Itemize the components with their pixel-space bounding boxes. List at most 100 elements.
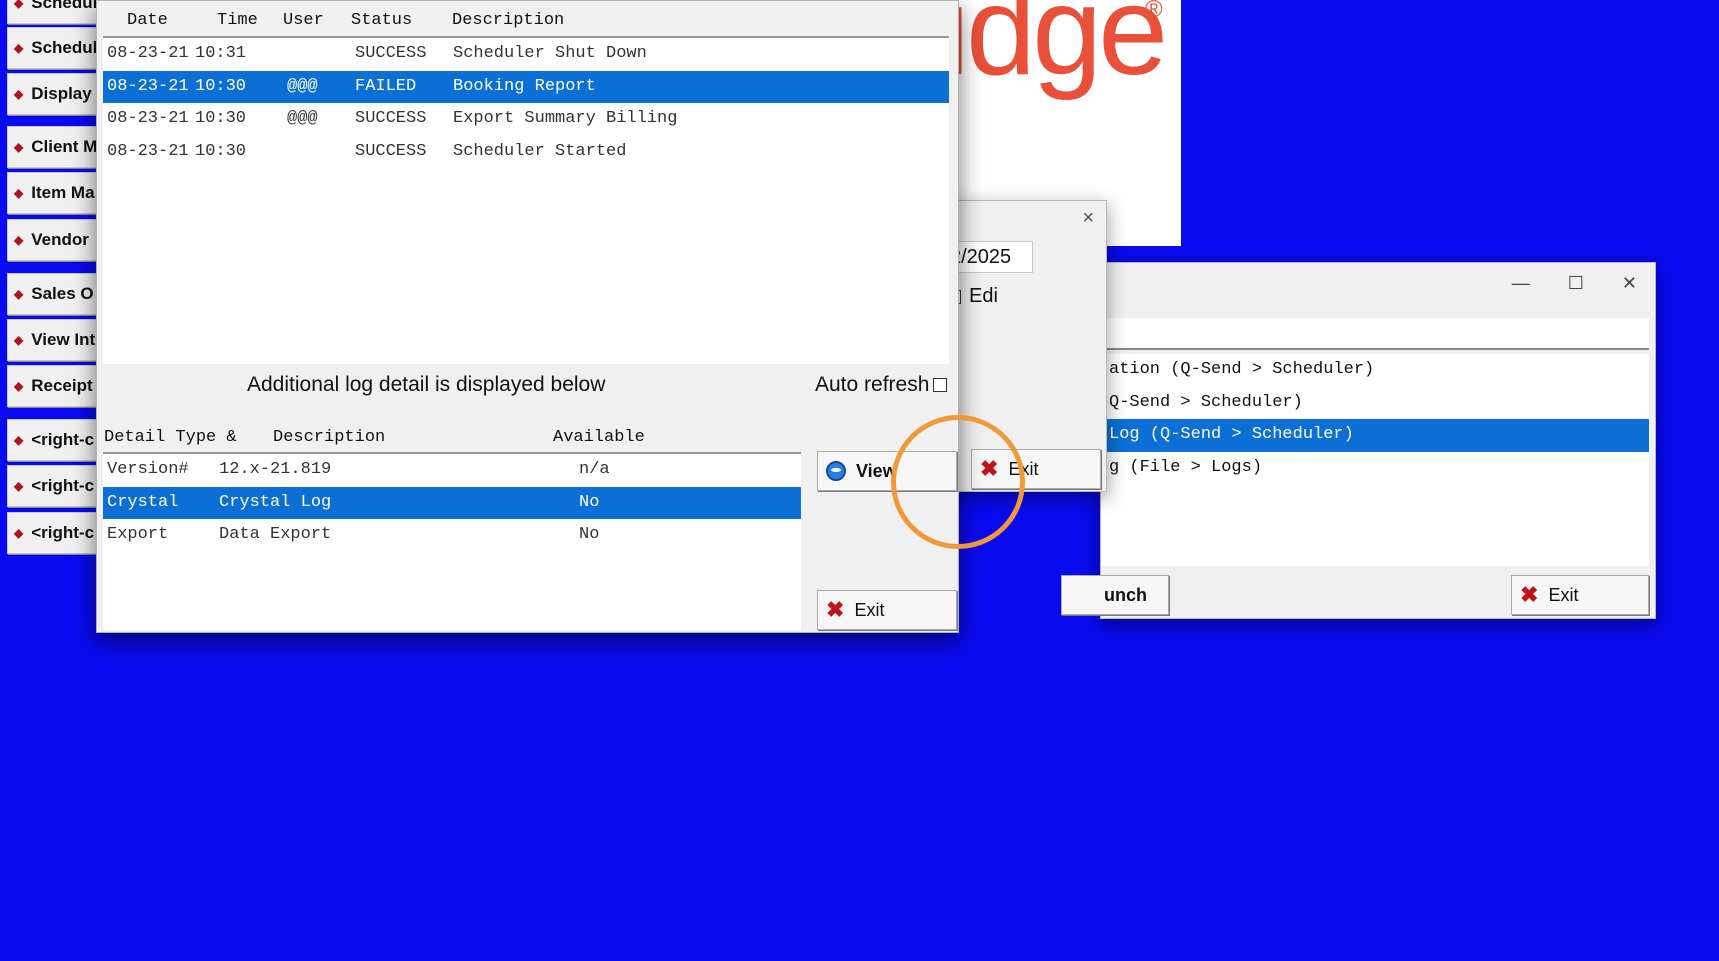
list-item-selected[interactable]: Log (Q-Send > Scheduler) <box>1101 419 1649 452</box>
cell-type: Crystal <box>107 492 179 512</box>
table-row[interactable]: 08-23-21 10:30 SUCCESS Scheduler Started <box>103 136 949 169</box>
exit-x-icon: ✖ <box>826 597 845 622</box>
cell-description: Scheduler Started <box>453 141 627 161</box>
log-detail-info: Additional log detail is displayed below <box>247 373 606 396</box>
cell-type: Version# <box>107 460 189 479</box>
launch-button[interactable]: unch <box>1061 575 1169 615</box>
side-item-client[interactable]: ◆ Client M <box>7 126 97 168</box>
side-item-schedule-1[interactable]: ◆ Schedul <box>7 0 97 24</box>
col-time[interactable]: Time <box>217 11 258 30</box>
side-item-right-click-3[interactable]: ◆ <right-c <box>7 512 97 554</box>
window-controls: — ☐ ✕ <box>1512 273 1637 294</box>
diamond-icon: ◆ <box>14 186 24 200</box>
launch-label: unch <box>1104 584 1147 605</box>
diamond-icon: ◆ <box>14 87 24 101</box>
cell-date: 08-23-21 <box>107 141 189 161</box>
side-item-sales[interactable]: ◆ Sales O <box>7 273 97 315</box>
side-item-label: Schedul <box>31 0 97 12</box>
col-description[interactable]: Description <box>452 11 564 30</box>
cell-status: SUCCESS <box>355 44 427 63</box>
cell-status: SUCCESS <box>355 141 427 161</box>
cell-available: No <box>579 492 600 512</box>
side-item-label: Sales O <box>31 284 94 303</box>
table-row[interactable]: Export Data Export No <box>103 519 801 552</box>
cell-date: 08-23-21 <box>107 76 189 96</box>
list-item[interactable]: ation (Q-Send > Scheduler) <box>1101 354 1649 387</box>
diamond-icon: ◆ <box>14 287 24 301</box>
exit-button[interactable]: ✖ Exit <box>817 590 957 630</box>
col-detail-type[interactable]: Detail Type & <box>104 428 237 447</box>
side-item-label: Client M <box>31 137 97 156</box>
table-row[interactable]: 08-23-21 10:31 SUCCESS Scheduler Shut Do… <box>103 38 949 71</box>
side-item-label: Vendor <box>31 230 89 249</box>
side-item-schedule-2[interactable]: ◆ Schedul <box>7 27 97 69</box>
col-detail-description[interactable]: Description <box>273 428 385 447</box>
side-item-item[interactable]: ◆ Item Ma <box>7 172 97 214</box>
side-item-display[interactable]: ◆ Display <box>7 73 97 115</box>
col-status[interactable]: Status <box>351 11 412 30</box>
cell-type: Export <box>107 525 169 544</box>
col-available[interactable]: Available <box>553 428 645 447</box>
cell-date: 08-23-21 <box>107 44 189 63</box>
cell-available: No <box>579 525 600 544</box>
exit-x-icon: ✖ <box>1520 582 1539 607</box>
diamond-icon: ◆ <box>14 41 24 55</box>
close-icon[interactable]: × <box>1082 207 1094 230</box>
cell-description: 12.x-21.819 <box>219 460 332 479</box>
log-window: Date Time User Status Description 08-23-… <box>96 0 1025 633</box>
registered-mark: ® <box>1145 0 1163 23</box>
side-item-right-click-2[interactable]: ◆ <right-c <box>7 465 97 507</box>
cell-time: 10:30 <box>195 141 247 161</box>
auto-refresh-checkbox[interactable] <box>933 378 948 392</box>
diamond-icon: ◆ <box>14 379 24 393</box>
back-exit-button[interactable]: ✖ Exit <box>1511 575 1649 615</box>
side-item-label: Receipt <box>31 376 93 395</box>
col-user[interactable]: User <box>283 11 324 30</box>
back-window: — ☐ ✕ ation (Q-Send > Scheduler) Q-Send … <box>1061 262 1656 619</box>
exit-label: Exit <box>854 599 885 620</box>
cell-description: Data Export <box>219 525 332 544</box>
cell-date: 08-23-21 <box>107 109 189 128</box>
view-eye-icon <box>826 461 846 481</box>
side-item-label: <right-c <box>31 430 95 449</box>
side-item-label: Display <box>31 84 92 103</box>
side-item-vendor[interactable]: ◆ Vendor <box>7 219 97 261</box>
edit-checkbox-label: Edi <box>969 285 998 307</box>
list-item[interactable]: g (File > Logs) <box>1101 452 1649 485</box>
cell-available: n/a <box>579 460 610 479</box>
cell-time: 10:30 <box>195 109 247 128</box>
diamond-icon: ◆ <box>14 433 24 447</box>
side-item-view-int[interactable]: ◆ View Int <box>7 319 97 361</box>
diamond-icon: ◆ <box>14 0 24 10</box>
auto-refresh-row[interactable]: Auto refresh <box>815 373 948 397</box>
back-search-field[interactable] <box>1101 318 1649 350</box>
cell-description: Scheduler Shut Down <box>453 44 647 63</box>
diamond-icon: ◆ <box>14 333 24 347</box>
logo-text: idge <box>942 0 1168 101</box>
list-item[interactable]: Q-Send > Scheduler) <box>1101 387 1649 420</box>
table-row[interactable]: Version# 12.x-21.819 n/a <box>103 454 801 487</box>
highlight-circle <box>891 415 1025 549</box>
diamond-icon: ◆ <box>14 479 24 493</box>
side-item-label: <right-c <box>31 523 95 542</box>
cell-description: Export Summary Billing <box>453 109 678 128</box>
minimize-icon[interactable]: — <box>1512 273 1530 294</box>
side-item-right-click-1[interactable]: ◆ <right-c <box>7 419 97 461</box>
close-icon[interactable]: ✕ <box>1622 273 1637 294</box>
maximize-icon[interactable]: ☐ <box>1568 273 1584 294</box>
col-date[interactable]: Date <box>127 11 168 30</box>
cell-description: Crystal Log <box>219 492 332 512</box>
side-item-label: View Int <box>31 330 96 349</box>
table-row-selected[interactable]: 08-23-21 10:30 @@@ FAILED Booking Report <box>103 70 949 103</box>
cell-user: @@@ <box>287 109 318 128</box>
diamond-icon: ◆ <box>14 140 24 154</box>
diamond-icon: ◆ <box>14 233 24 247</box>
table-row-selected[interactable]: Crystal Crystal Log No <box>103 486 801 519</box>
detail-list: Version# 12.x-21.819 n/a Crystal Crystal… <box>103 452 801 630</box>
table-row[interactable]: 08-23-21 10:30 @@@ SUCCESS Export Summar… <box>103 103 949 136</box>
cell-user: @@@ <box>287 76 318 96</box>
log-list: 08-23-21 10:31 SUCCESS Scheduler Shut Do… <box>103 36 949 364</box>
side-item-label: <right-c <box>31 476 95 495</box>
side-item-receipt[interactable]: ◆ Receipt <box>7 365 97 407</box>
auto-refresh-label: Auto refresh <box>815 373 930 396</box>
